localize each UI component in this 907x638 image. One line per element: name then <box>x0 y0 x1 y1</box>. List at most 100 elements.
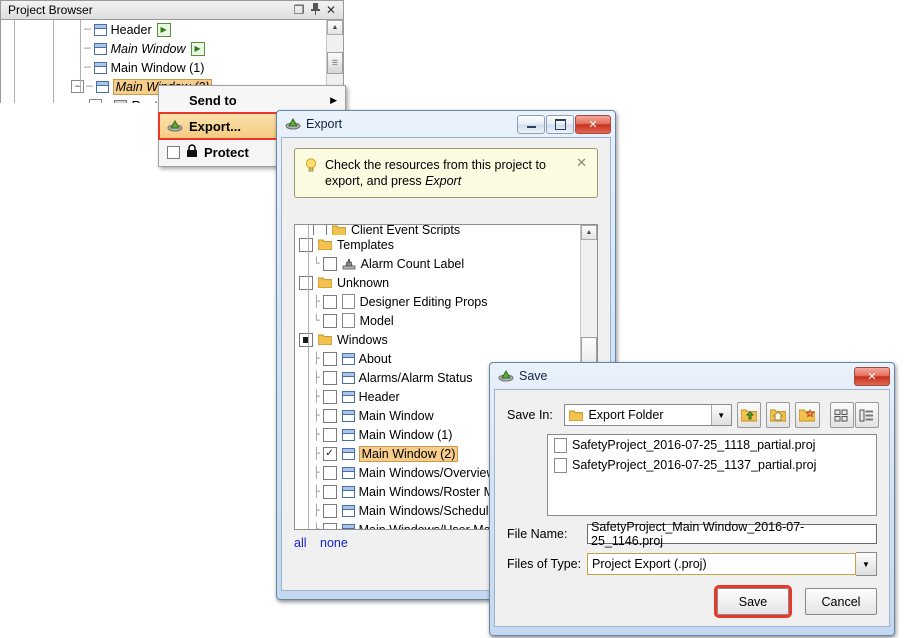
resource-checkbox[interactable] <box>323 485 337 499</box>
resource-checkbox[interactable] <box>323 523 337 531</box>
resource-checkbox[interactable] <box>323 428 337 442</box>
chevron-down-icon[interactable]: ▼ <box>711 405 731 425</box>
window-icon <box>342 505 355 517</box>
window-icon <box>342 429 355 441</box>
protect-checkbox[interactable] <box>167 146 180 159</box>
scroll-up-button[interactable]: ▲ <box>327 20 343 35</box>
resource-checkbox[interactable] <box>323 371 337 385</box>
chevron-down-icon[interactable]: ▼ <box>856 552 877 576</box>
tree-row[interactable]: └ Alarm Count Label <box>295 254 597 273</box>
files-of-type-row: Files of Type: Project Export (.proj) ▼ <box>507 552 877 576</box>
export-icon <box>498 368 514 385</box>
file-list[interactable]: SafetyProject_2016-07-25_1118_partial.pr… <box>547 434 877 516</box>
project-browser-header: Project Browser ❐ ✕ <box>1 1 343 20</box>
window-icon <box>342 467 355 479</box>
window-icon <box>96 81 109 93</box>
up-folder-icon[interactable] <box>737 402 761 428</box>
save-in-combo[interactable]: Export Folder ▼ <box>564 404 731 426</box>
tree-item-label: Main Windows/Overview <box>359 466 496 480</box>
file-name-label: File Name: <box>507 527 587 541</box>
hint-close-icon[interactable]: ✕ <box>576 157 587 189</box>
close-icon[interactable]: ✕ <box>323 3 339 17</box>
minimize-button[interactable] <box>517 115 545 134</box>
home-icon[interactable] <box>766 402 790 428</box>
resource-checkbox[interactable] <box>323 504 337 518</box>
tree-connector: ├ <box>313 485 320 498</box>
folder-icon <box>318 239 332 250</box>
select-none-link[interactable]: none <box>320 536 348 550</box>
doc-icon <box>342 294 355 309</box>
tree-item-label: Alarms/Alarm Status <box>359 371 473 385</box>
tree-row[interactable]: Unknown <box>295 273 597 292</box>
window-icon <box>94 43 107 55</box>
resource-checkbox[interactable] <box>323 352 337 366</box>
file-list-item[interactable]: SafetyProject_2016-07-25_1137_partial.pr… <box>548 455 876 475</box>
resource-checkbox[interactable] <box>323 390 337 404</box>
resource-checkbox[interactable] <box>299 238 313 252</box>
close-button[interactable]: ✕ <box>854 367 890 386</box>
hint-line-1: Check the resources from this project to <box>325 158 546 172</box>
save-dialog-title: Save <box>519 369 548 383</box>
tree-row[interactable]: ├ Designer Editing Props <box>295 292 597 311</box>
file-name-input[interactable]: SafetyProject_Main Window_2016-07-25_114… <box>587 524 877 544</box>
tree-item-label: Designer Editing Props <box>360 295 488 309</box>
tree-item-label: Templates <box>337 238 394 252</box>
tree-connector: ─ <box>104 99 111 103</box>
window-icon <box>342 410 355 422</box>
tree-row[interactable]: └ Model <box>295 311 597 330</box>
close-button[interactable]: ✕ <box>575 115 611 134</box>
tree-item-label: Main Windows/Roster Ma <box>359 485 501 499</box>
resource-checkbox[interactable] <box>323 295 337 309</box>
resource-checkbox[interactable] <box>299 276 313 290</box>
files-of-type-label: Files of Type: <box>507 557 587 571</box>
details-view-icon[interactable] <box>855 402 879 428</box>
save-in-row: Save In: Export Folder ▼ <box>507 402 879 428</box>
restore-icon[interactable]: ❐ <box>291 3 307 17</box>
tree-connector: ├ <box>313 504 320 517</box>
resource-checkbox[interactable] <box>323 257 337 271</box>
save-dialog-titlebar[interactable]: Save ✕ <box>490 363 894 389</box>
resource-checkbox[interactable] <box>323 314 337 328</box>
scrollbar-thumb[interactable]: ☰ <box>327 52 343 74</box>
tree-connector: ├ <box>313 466 320 479</box>
doc-icon <box>554 438 567 453</box>
folder-icon <box>332 225 346 235</box>
save-button[interactable]: Save <box>717 588 789 615</box>
expand-toggle-icon[interactable]: − <box>89 99 102 103</box>
cancel-button[interactable]: Cancel <box>805 588 877 615</box>
save-dialog-body: Save In: Export Folder ▼ <box>494 389 890 627</box>
hint-line-2-pre: export, and press <box>325 174 425 188</box>
files-of-type-value[interactable]: Project Export (.proj) <box>587 553 856 575</box>
tree-connector: ├ <box>313 428 320 441</box>
resource-checkbox[interactable] <box>323 409 337 423</box>
tree-row[interactable]: Templates <box>295 235 597 254</box>
tree-row-clipped[interactable]: Client Event Scripts <box>295 225 597 235</box>
export-hint-text: Check the resources from this project to… <box>317 157 576 189</box>
tree-item-label: Main Window (2) <box>359 446 459 462</box>
window-icon <box>94 24 107 36</box>
resource-checkbox-checked[interactable]: ✓ <box>323 447 337 461</box>
file-list-item[interactable]: SafetyProject_2016-07-25_1118_partial.pr… <box>548 435 876 455</box>
tree-connector: ─ <box>86 80 93 93</box>
tree-connector: ─ <box>84 42 91 55</box>
new-folder-icon[interactable] <box>795 402 819 428</box>
list-view-icon[interactable] <box>830 402 854 428</box>
window-icon <box>342 448 355 460</box>
maximize-button[interactable] <box>546 115 574 134</box>
tree-connector: ├ <box>313 390 320 403</box>
select-all-link[interactable]: all <box>294 536 307 550</box>
pin-icon[interactable] <box>307 3 323 18</box>
window-icon <box>342 391 355 403</box>
expand-toggle-icon[interactable]: − <box>71 80 84 93</box>
resource-checkbox-partial[interactable] <box>299 333 313 347</box>
lightbulb-icon <box>305 158 317 172</box>
resource-checkbox[interactable] <box>323 466 337 480</box>
export-dialog-titlebar[interactable]: Export ✕ <box>277 111 615 137</box>
tree-item-label: Main Window <box>359 409 434 423</box>
scroll-up-button[interactable]: ▲ <box>581 225 597 240</box>
resource-checkbox[interactable] <box>313 225 327 235</box>
hint-line-2-emphasis: Export <box>425 174 461 188</box>
window-icon <box>342 372 355 384</box>
tree-row[interactable]: Windows <box>295 330 597 349</box>
tree-item-label: Model <box>360 314 394 328</box>
